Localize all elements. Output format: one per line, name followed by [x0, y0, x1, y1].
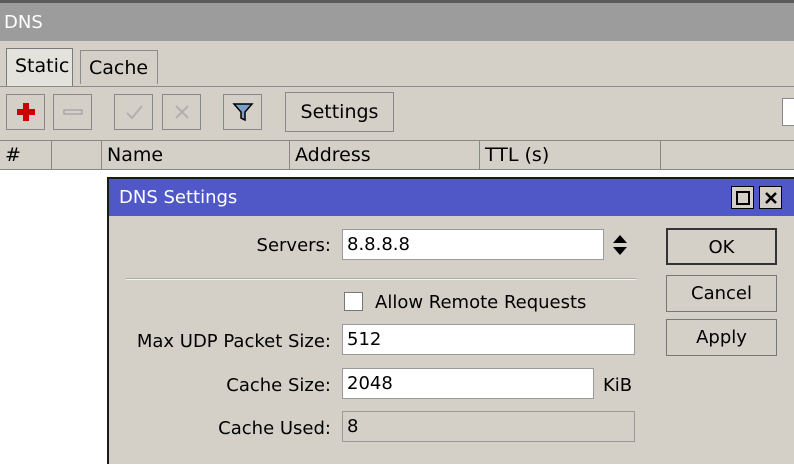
tab-bar: Static Cache [0, 48, 794, 86]
filter-icon [231, 103, 254, 122]
cache-size-input[interactable]: 2048 [342, 368, 594, 399]
close-icon [764, 191, 777, 204]
cache-size-label: Cache Size: [226, 375, 331, 396]
col-flags[interactable] [52, 141, 102, 169]
col-address[interactable]: Address [290, 141, 480, 169]
tab-static[interactable]: Static [6, 48, 73, 86]
allow-remote-label: Allow Remote Requests [375, 292, 587, 313]
window-title: DNS [4, 12, 43, 33]
col-number[interactable]: # [0, 141, 52, 169]
check-icon [125, 105, 143, 120]
col-ttl[interactable]: TTL (s) [480, 141, 661, 169]
settings-button[interactable]: Settings [285, 92, 394, 132]
x-icon [174, 105, 189, 119]
dialog-title: DNS Settings [119, 187, 238, 208]
servers-input[interactable]: 8.8.8.8 [342, 229, 604, 260]
toolbar: Settings [0, 88, 794, 138]
enable-button[interactable] [114, 94, 153, 130]
tab-cache[interactable]: Cache [80, 50, 158, 84]
add-button[interactable] [6, 94, 45, 130]
ok-button[interactable]: OK [666, 228, 777, 265]
dialog-titlebar: DNS Settings [109, 179, 794, 216]
cache-used-value: 8 [342, 411, 635, 442]
max-udp-label: Max UDP Packet Size: [136, 331, 331, 352]
cancel-button[interactable]: Cancel [666, 275, 777, 312]
cache-used-label: Cache Used: [218, 418, 331, 439]
find-input[interactable] [782, 98, 794, 126]
remove-button[interactable] [53, 94, 92, 130]
col-extra[interactable] [661, 141, 794, 169]
max-udp-input[interactable]: 512 [342, 324, 635, 355]
servers-updown-arrows[interactable] [609, 231, 631, 259]
allow-remote-checkbox[interactable] [344, 292, 363, 311]
table-header: # Name Address TTL (s) [0, 141, 794, 170]
section-divider-highlight [126, 279, 636, 280]
updown-arrow-icon [613, 235, 627, 255]
apply-button[interactable]: Apply [666, 319, 777, 356]
maximize-button[interactable] [731, 186, 754, 209]
filter-button[interactable] [223, 94, 262, 130]
tab-divider [0, 86, 794, 87]
maximize-icon [735, 190, 750, 205]
disable-button[interactable] [162, 94, 201, 130]
dns-settings-dialog: DNS Settings Servers: 8.8.8.8 Allow Remo… [107, 177, 794, 464]
close-button[interactable] [759, 186, 782, 209]
servers-label: Servers: [256, 235, 331, 256]
window-titlebar: DNS [0, 0, 794, 41]
cache-size-unit: KiB [603, 375, 633, 396]
minus-icon [62, 109, 83, 115]
plus-icon [16, 103, 35, 121]
col-name[interactable]: Name [102, 141, 290, 169]
